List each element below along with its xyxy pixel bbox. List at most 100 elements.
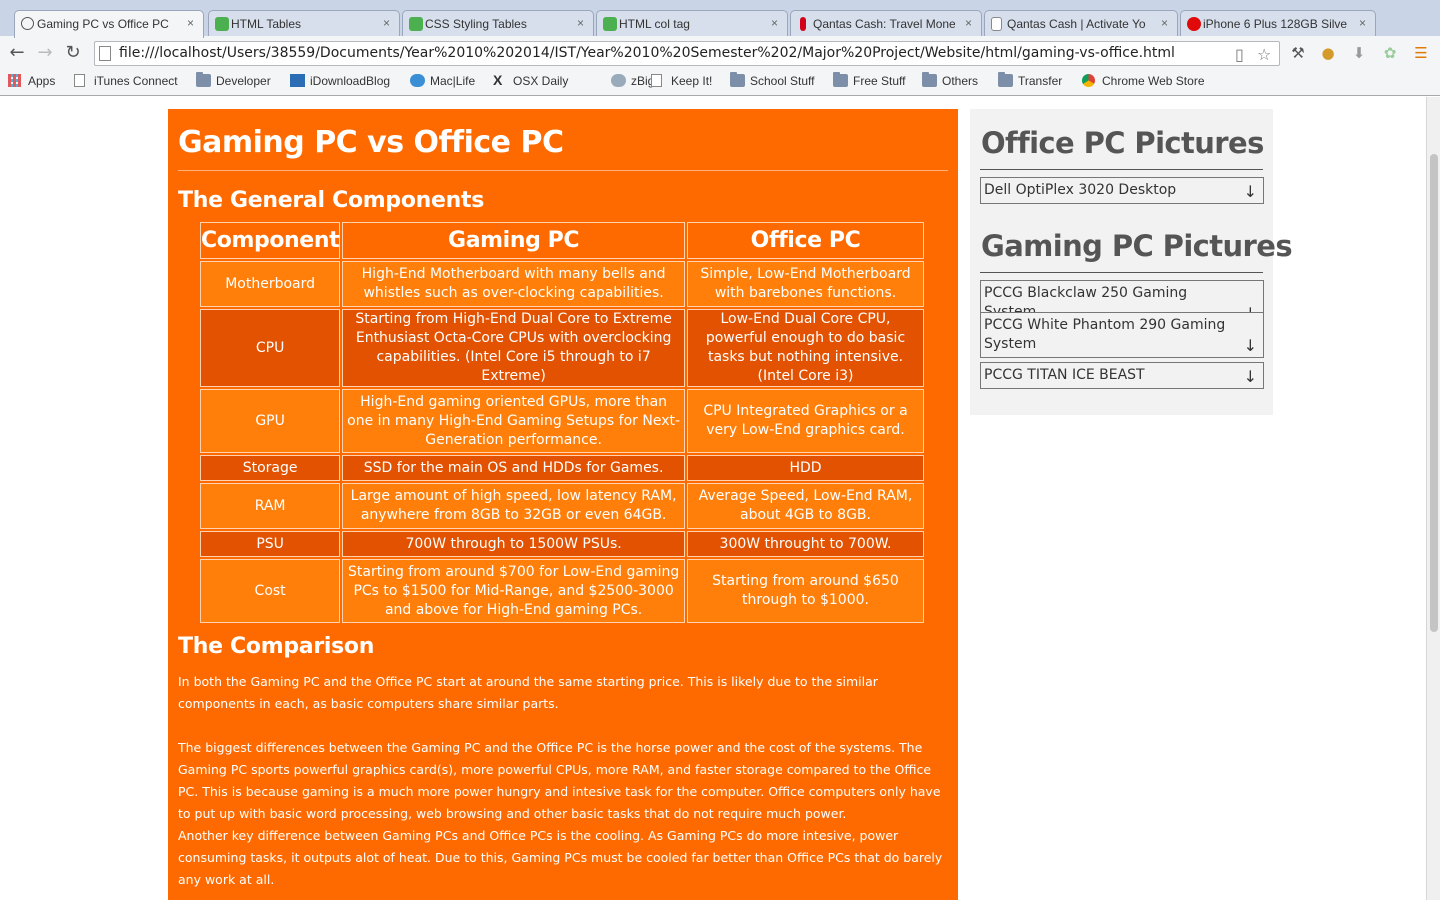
bookmark-star-icon[interactable]: ☆ bbox=[1257, 45, 1271, 64]
table-row: RAM Large amount of high speed, low late… bbox=[200, 483, 924, 529]
table-row: GPU High-End gaming oriented GPUs, more … bbox=[200, 389, 924, 453]
bookmark-label: Apps bbox=[28, 74, 56, 88]
gaming-cell: SSD for the main OS and HDDs for Games. bbox=[342, 455, 685, 481]
bookmark-free-stuff[interactable]: Free Stuff bbox=[833, 72, 906, 88]
page-icon bbox=[991, 17, 1002, 31]
browser-toolbar: ← → ↻ file:///localhost/Users/38559/Docu… bbox=[0, 36, 1440, 70]
tab-title: HTML Tables bbox=[231, 17, 302, 31]
gaming-cell: Large amount of high speed, low latency … bbox=[342, 483, 685, 529]
bookmark-label: OSX Daily bbox=[513, 74, 569, 88]
folder-icon bbox=[922, 72, 937, 87]
sidebar-divider bbox=[980, 272, 1263, 273]
office-cell: Starting from around $650 through to $10… bbox=[687, 559, 924, 623]
item-label: Dell OptiPlex 3020 Desktop bbox=[984, 182, 1177, 198]
extension-cookie-icon[interactable]: ● bbox=[1319, 44, 1337, 62]
tab-css-styling-tables[interactable]: CSS Styling Tables × bbox=[402, 10, 594, 38]
bookmark-idownloadblog[interactable]: iDownloadBlog bbox=[290, 74, 390, 88]
bookmark-chrome-web-store[interactable]: Chrome Web Store bbox=[1082, 74, 1205, 88]
main-content: Gaming PC vs Office PC The General Compo… bbox=[168, 109, 958, 900]
virgin-icon bbox=[1187, 17, 1201, 31]
tab-qantas-cash-travel[interactable]: Qantas Cash: Travel Mone × bbox=[790, 10, 982, 38]
folder-icon bbox=[833, 72, 848, 87]
menu-icon[interactable]: ☰ bbox=[1412, 44, 1430, 62]
close-icon[interactable]: × bbox=[965, 16, 972, 30]
tab-html-tables[interactable]: HTML Tables × bbox=[208, 10, 400, 38]
forward-arrow-icon[interactable]: → bbox=[34, 42, 56, 64]
column-header-gaming: Gaming PC bbox=[342, 222, 685, 259]
page-icon bbox=[21, 17, 34, 30]
w3schools-icon bbox=[603, 17, 617, 31]
row-label: PSU bbox=[200, 531, 341, 557]
office-picture-item[interactable]: Dell OptiPlex 3020 Desktop ↓ bbox=[980, 177, 1264, 204]
w3schools-icon bbox=[409, 17, 423, 31]
tab-html-col-tag[interactable]: HTML col tag × bbox=[596, 10, 788, 38]
gaming-picture-item[interactable]: PCCG TITAN ICE BEAST ↓ bbox=[980, 362, 1264, 389]
tab-strip: Gaming PC vs Office PC × HTML Tables × C… bbox=[0, 0, 1440, 38]
components-heading: The General Components bbox=[178, 188, 485, 213]
zbigz-icon bbox=[611, 74, 626, 87]
table-row: Storage SSD for the main OS and HDDs for… bbox=[200, 455, 924, 481]
gaming-cell: 700W through to 1500W PSUs. bbox=[342, 531, 685, 557]
chrome-store-icon bbox=[1082, 74, 1095, 87]
office-cell: Simple, Low-End Motherboard with barebon… bbox=[687, 261, 924, 307]
close-icon[interactable]: × bbox=[383, 16, 390, 30]
bookmark-maclife[interactable]: Mac|Life bbox=[410, 74, 475, 88]
gaming-cell: High-End gaming oriented GPUs, more than… bbox=[342, 389, 685, 453]
page-viewport: Gaming PC vs Office PC The General Compo… bbox=[0, 97, 1426, 900]
close-icon[interactable]: × bbox=[1359, 16, 1366, 30]
tab-gaming-vs-office[interactable]: Gaming PC vs Office PC × bbox=[14, 10, 204, 38]
tab-title: Qantas Cash | Activate Yo bbox=[1007, 17, 1146, 31]
wrench-icon[interactable]: ⚒ bbox=[1289, 44, 1307, 62]
paragraph: In both the Gaming PC and the Office PC … bbox=[178, 674, 878, 711]
reload-icon[interactable]: ↻ bbox=[62, 42, 84, 64]
bookmark-label: Chrome Web Store bbox=[1102, 74, 1205, 88]
close-icon[interactable]: × bbox=[1161, 16, 1168, 30]
bookmark-label: Transfer bbox=[1018, 74, 1063, 88]
vertical-scrollbar[interactable] bbox=[1426, 97, 1440, 900]
gaming-cell: Starting from High-End Dual Core to Extr… bbox=[342, 309, 685, 387]
scrollbar-thumb[interactable] bbox=[1430, 154, 1438, 632]
tab-title: iPhone 6 Plus 128GB Silve bbox=[1203, 17, 1348, 31]
bookmark-label: Others bbox=[942, 74, 979, 88]
close-icon[interactable]: × bbox=[771, 16, 778, 30]
bookmark-keep-it[interactable]: Keep It! bbox=[651, 74, 712, 88]
components-table: Component Gaming PC Office PC Motherboar… bbox=[198, 220, 926, 625]
bookmark-label: School Stuff bbox=[750, 74, 815, 88]
bookmark-developer[interactable]: Developer bbox=[196, 72, 271, 88]
qantas-icon bbox=[800, 17, 806, 31]
tab-title: Gaming PC vs Office PC bbox=[37, 17, 169, 31]
tab-qantas-cash-activate[interactable]: Qantas Cash | Activate Yo × bbox=[984, 10, 1178, 38]
row-label: Storage bbox=[200, 455, 341, 481]
column-header-office: Office PC bbox=[687, 222, 924, 259]
tab-iphone-6-plus[interactable]: iPhone 6 Plus 128GB Silve × bbox=[1180, 10, 1376, 38]
bookmark-itunes-connect[interactable]: iTunes Connect bbox=[74, 74, 178, 88]
bookmark-transfer[interactable]: Transfer bbox=[998, 72, 1063, 88]
office-cell: Low-End Dual Core CPU, powerful enough t… bbox=[687, 309, 924, 387]
tab-title: CSS Styling Tables bbox=[425, 17, 527, 31]
bookmark-others[interactable]: Others bbox=[922, 72, 979, 88]
bookmark-label: Keep It! bbox=[671, 74, 713, 88]
sync-icon[interactable]: ✿ bbox=[1381, 44, 1399, 62]
osx-icon: X bbox=[493, 72, 503, 88]
bookmark-label: Developer bbox=[216, 74, 271, 88]
tab-title: Qantas Cash: Travel Mone bbox=[813, 17, 955, 31]
bookmark-school-stuff[interactable]: School Stuff bbox=[730, 72, 815, 88]
page-icon bbox=[99, 46, 111, 61]
reader-mode-icon[interactable]: ▯ bbox=[1235, 45, 1244, 64]
download-icon[interactable]: ⬇ bbox=[1350, 44, 1368, 62]
title-divider bbox=[178, 170, 948, 171]
gaming-picture-item[interactable]: PCCG White Phantom 290 Gaming System ↓ bbox=[980, 312, 1264, 358]
office-cell: 300W throught to 700W. bbox=[687, 531, 924, 557]
back-arrow-icon[interactable]: ← bbox=[6, 42, 28, 64]
bookmark-apps[interactable]: Apps bbox=[8, 74, 55, 88]
bookmark-label: Mac|Life bbox=[430, 74, 476, 88]
office-cell: HDD bbox=[687, 455, 924, 481]
address-bar[interactable]: file:///localhost/Users/38559/Documents/… bbox=[94, 41, 1280, 66]
close-icon[interactable]: × bbox=[577, 16, 584, 30]
bookmark-osx-daily[interactable]: X OSX Daily bbox=[493, 72, 569, 88]
bookmark-label: Free Stuff bbox=[853, 74, 906, 88]
url-text[interactable]: file:///localhost/Users/38559/Documents/… bbox=[119, 45, 1175, 61]
folder-icon bbox=[196, 72, 211, 87]
item-label: PCCG White Phantom 290 Gaming System bbox=[984, 317, 1226, 352]
close-icon[interactable]: × bbox=[187, 16, 194, 30]
